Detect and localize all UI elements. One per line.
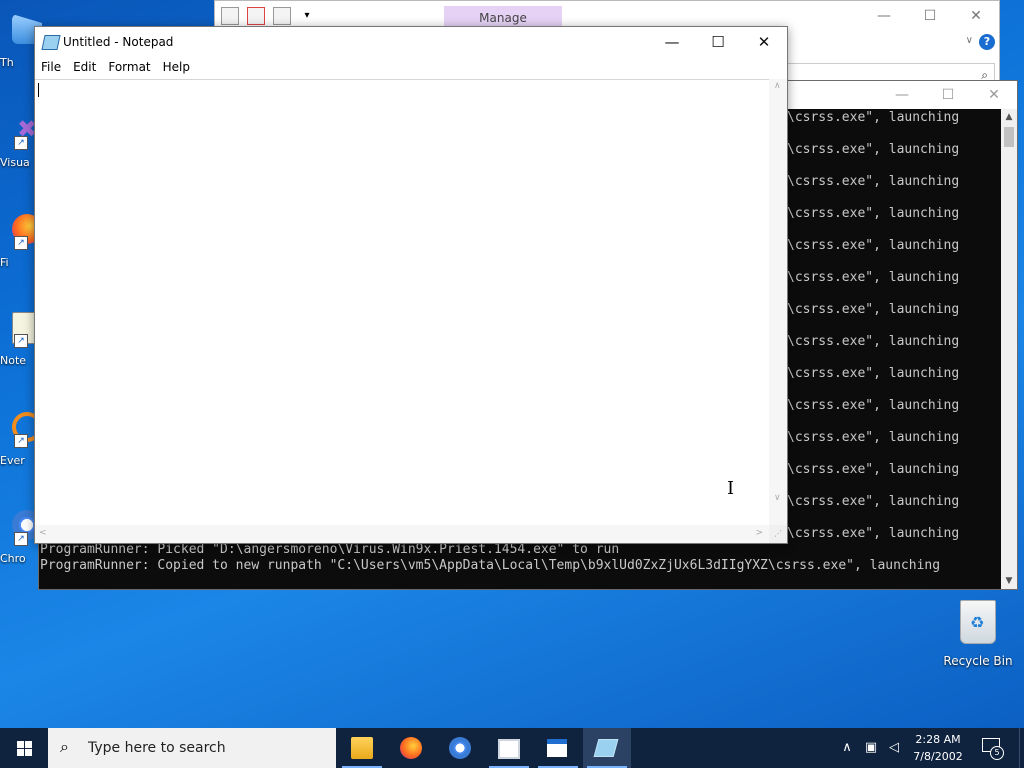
notification-count-badge: 5 bbox=[990, 746, 1004, 760]
console-line-launching: \csrss.exe", launching bbox=[787, 206, 960, 221]
console-line-launching: \csrss.exe", launching bbox=[787, 302, 960, 317]
text-caret bbox=[38, 83, 39, 97]
scroll-left-icon[interactable]: < bbox=[39, 528, 47, 538]
taskbar-file-explorer[interactable] bbox=[338, 728, 386, 768]
console-line-launching: \csrss.exe", launching bbox=[787, 430, 960, 445]
console-app-icon bbox=[547, 739, 567, 757]
scroll-up-icon[interactable]: ▲ bbox=[1001, 109, 1017, 125]
console-line-launching: \csrss.exe", launching bbox=[787, 174, 960, 189]
scroll-right-icon[interactable]: > bbox=[755, 528, 763, 538]
clock-time: 2:28 AM bbox=[915, 733, 961, 746]
notepad-titlebar[interactable]: Untitled - Notepad — ☐ ✕ bbox=[35, 27, 787, 57]
shortcut-arrow-icon: ↗ bbox=[14, 434, 28, 448]
console-line-launching: \csrss.exe", launching bbox=[787, 270, 960, 285]
console-line-picked: ProgramRunner: Picked "D:\angersmoreno\V… bbox=[40, 542, 620, 557]
menu-edit[interactable]: Edit bbox=[67, 57, 102, 77]
search-icon: ⌕ bbox=[60, 737, 69, 756]
minimize-button[interactable]: — bbox=[649, 27, 695, 57]
console-line-launching: \csrss.exe", launching bbox=[787, 366, 960, 381]
chrome-icon bbox=[449, 737, 471, 759]
customize-toolbar-icon[interactable]: ▾ bbox=[299, 8, 315, 24]
new-folder-icon[interactable] bbox=[273, 7, 291, 25]
firefox-icon bbox=[400, 737, 422, 759]
network-icon[interactable]: ▣ bbox=[860, 728, 882, 768]
console-line-launching: \csrss.exe", launching bbox=[787, 462, 960, 477]
shortcut-arrow-icon: ↗ bbox=[14, 136, 28, 150]
taskbar-console[interactable] bbox=[534, 728, 582, 768]
taskbar-app-window[interactable] bbox=[485, 728, 533, 768]
maximize-button[interactable]: ☐ bbox=[907, 1, 953, 31]
start-button[interactable] bbox=[0, 728, 48, 768]
console-line-copied: ProgramRunner: Copied to new runpath "C:… bbox=[40, 558, 941, 573]
maximize-button[interactable]: ☐ bbox=[695, 27, 741, 57]
recycle-bin-icon: ♻ bbox=[960, 600, 996, 644]
notepad-icon bbox=[593, 739, 619, 757]
close-button[interactable]: ✕ bbox=[953, 1, 999, 31]
close-button[interactable]: ✕ bbox=[971, 81, 1017, 109]
console-line-launching: \csrss.exe", launching bbox=[787, 142, 960, 157]
menu-bar: File Edit Format Help bbox=[35, 57, 196, 77]
vertical-scrollbar[interactable]: ∧ ∨ bbox=[769, 79, 787, 525]
close-button[interactable]: ✕ bbox=[741, 27, 787, 57]
notepad-icon bbox=[41, 35, 61, 50]
menu-format[interactable]: Format bbox=[102, 57, 156, 77]
shortcut-arrow-icon: ↗ bbox=[14, 532, 28, 546]
menu-file[interactable]: File bbox=[35, 57, 67, 77]
console-line-launching: \csrss.exe", launching bbox=[787, 398, 960, 413]
action-center-icon[interactable]: 5 bbox=[982, 738, 1004, 760]
minimize-button[interactable]: — bbox=[861, 1, 907, 31]
checklist-icon[interactable] bbox=[247, 7, 265, 25]
menu-help[interactable]: Help bbox=[157, 57, 196, 77]
taskbar: ⌕ Type here to search ∧ ▣ ◁ 2:28 AM 7/8/… bbox=[0, 728, 1024, 768]
quick-access-toolbar: ▾ bbox=[221, 5, 315, 27]
show-desktop-button[interactable] bbox=[1019, 728, 1024, 768]
taskbar-search-box[interactable]: ⌕ Type here to search bbox=[48, 728, 336, 768]
windows-logo-icon bbox=[17, 741, 32, 756]
shortcut-arrow-icon: ↗ bbox=[14, 236, 28, 250]
scroll-up-icon[interactable]: ∧ bbox=[774, 81, 781, 91]
system-clock[interactable]: 2:28 AM 7/8/2002 bbox=[906, 731, 970, 765]
console-line-launching: \csrss.exe", launching bbox=[787, 526, 960, 541]
minimize-button[interactable]: — bbox=[879, 81, 925, 109]
help-icon[interactable]: ? bbox=[979, 34, 995, 50]
scrollbar-thumb[interactable] bbox=[1004, 127, 1014, 147]
tab-manage[interactable]: Manage bbox=[444, 6, 562, 28]
console-line-launching: \csrss.exe", launching bbox=[787, 110, 960, 125]
volume-muted-icon[interactable]: ◁ bbox=[884, 728, 904, 768]
properties-icon[interactable] bbox=[221, 7, 239, 25]
taskbar-chrome[interactable] bbox=[436, 728, 484, 768]
app-window-icon bbox=[498, 739, 520, 759]
desktop-icon-label: Recycle Bin bbox=[943, 654, 1013, 668]
console-line-launching: \csrss.exe", launching bbox=[787, 334, 960, 349]
file-explorer-icon bbox=[351, 737, 373, 759]
scroll-down-icon[interactable]: ∨ bbox=[774, 493, 781, 503]
text-cursor-icon: I bbox=[727, 478, 735, 499]
console-line-launching: \csrss.exe", launching bbox=[787, 494, 960, 509]
text-editor[interactable] bbox=[35, 79, 769, 526]
console-line-launching: \csrss.exe", launching bbox=[787, 238, 960, 253]
horizontal-scrollbar[interactable]: < > bbox=[35, 525, 769, 543]
shortcut-arrow-icon: ↗ bbox=[14, 334, 28, 348]
taskbar-firefox[interactable] bbox=[387, 728, 435, 768]
chevron-down-icon[interactable]: ∨ bbox=[966, 35, 973, 46]
resize-grip-icon[interactable]: ⋰ bbox=[769, 525, 787, 543]
notepad-window[interactable]: Untitled - Notepad — ☐ ✕ File Edit Forma… bbox=[34, 26, 788, 544]
show-hidden-icons-chevron-icon[interactable]: ∧ bbox=[838, 728, 856, 768]
desktop-icon-recycle-bin[interactable]: ♻ Recycle Bin bbox=[940, 600, 1016, 668]
scroll-down-icon[interactable]: ▼ bbox=[1001, 573, 1017, 589]
maximize-button[interactable]: ☐ bbox=[925, 81, 971, 109]
clock-date: 7/8/2002 bbox=[913, 750, 963, 763]
window-title: Untitled - Notepad bbox=[63, 35, 174, 49]
console-scrollbar[interactable]: ▲ ▼ bbox=[1001, 109, 1017, 589]
taskbar-notepad[interactable] bbox=[583, 728, 631, 768]
search-placeholder: Type here to search bbox=[88, 740, 226, 756]
